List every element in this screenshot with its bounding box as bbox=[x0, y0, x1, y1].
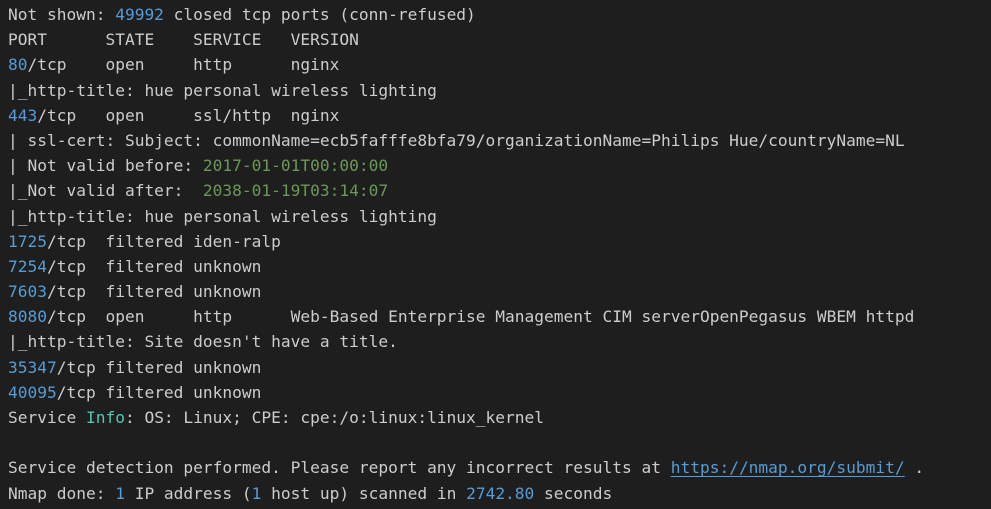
text-segment: PORT STATE SERVICE VERSION bbox=[8, 30, 359, 50]
text-segment: : OS: Linux; CPE: cpe:/o:linux:linux_ker… bbox=[124, 408, 545, 427]
terminal-line: |_Not valid after: 2038-01-19T03:14:07 bbox=[8, 178, 991, 203]
text-segment: closed tcp ports (conn-refused) bbox=[163, 5, 476, 24]
terminal-line: Nmap done: 1 IP address (1 host up) scan… bbox=[8, 481, 991, 506]
text-segment: | Not valid before: bbox=[8, 156, 203, 176]
submit-link[interactable]: https://nmap.org/submit/ bbox=[671, 458, 905, 477]
number-token: 35347 bbox=[8, 357, 57, 377]
text-segment: | ssl-cert: Subject: commonName=ecb5faff… bbox=[8, 130, 905, 150]
text-segment: |_Not valid after: bbox=[8, 181, 203, 201]
number-token: 40095 bbox=[8, 382, 57, 402]
terminal-line: 40095/tcp filtered unknown bbox=[8, 380, 991, 405]
text-segment: /tcp filtered unknown bbox=[46, 282, 262, 302]
number-token: 7254 bbox=[8, 256, 47, 276]
terminal-line: 7603/tcp filtered unknown bbox=[8, 279, 991, 304]
text-segment: . bbox=[904, 458, 925, 478]
date-token: 2038-01-19T03:14:07 bbox=[202, 181, 389, 201]
text-segment: /tcp open http Web-Based Enterprise Mana… bbox=[46, 307, 915, 327]
number-token: 2742.80 bbox=[466, 483, 535, 503]
keyword-token: Info bbox=[85, 408, 125, 427]
number-token: 443 bbox=[8, 105, 38, 125]
text-segment: /tcp filtered unknown bbox=[46, 256, 262, 276]
text-segment: /tcp open ssl/http nginx bbox=[37, 105, 340, 125]
text-segment: host up) scanned in bbox=[261, 483, 467, 503]
text-segment: /tcp filtered unknown bbox=[56, 382, 262, 402]
text-segment: /tcp filtered unknown bbox=[56, 357, 262, 377]
text-segment: Nmap done: bbox=[8, 483, 116, 503]
terminal-line: 443/tcp open ssl/http nginx bbox=[8, 103, 991, 128]
terminal-line: 35347/tcp filtered unknown bbox=[8, 355, 991, 380]
terminal-line: |_http-title: hue personal wireless ligh… bbox=[8, 78, 991, 103]
terminal-line: 80/tcp open http nginx bbox=[8, 52, 991, 77]
date-token: 2017-01-01T00:00:00 bbox=[202, 156, 389, 176]
number-token: 80 bbox=[8, 55, 28, 75]
number-token: 1 bbox=[115, 483, 125, 503]
number-token: 7603 bbox=[8, 282, 47, 302]
text-segment: Service bbox=[8, 408, 86, 427]
terminal-line: Not shown: 49992 closed tcp ports (conn-… bbox=[8, 2, 991, 27]
text-segment: /tcp filtered iden-ralp bbox=[46, 231, 281, 251]
text-segment: Not shown: bbox=[8, 5, 116, 24]
terminal-line: 1725/tcp filtered iden-ralp bbox=[8, 229, 991, 254]
text-segment: /tcp open http nginx bbox=[27, 55, 340, 75]
number-token: 8080 bbox=[8, 307, 47, 327]
terminal-line: PORT STATE SERVICE VERSION bbox=[8, 27, 991, 52]
terminal-line: | Not valid before: 2017-01-01T00:00:00 bbox=[8, 153, 991, 178]
terminal-line: |_http-title: hue personal wireless ligh… bbox=[8, 204, 991, 229]
text-segment: Service detection performed. Please repo… bbox=[8, 458, 671, 478]
terminal-line: Service detection performed. Please repo… bbox=[8, 455, 991, 480]
number-token: 1725 bbox=[8, 231, 47, 251]
text-segment: |_http-title: hue personal wireless ligh… bbox=[8, 80, 437, 100]
terminal-line: 7254/tcp filtered unknown bbox=[8, 254, 991, 279]
terminal-line: |_http-title: Site doesn't have a title. bbox=[8, 329, 991, 354]
terminal-line: Service Info: OS: Linux; CPE: cpe:/o:lin… bbox=[8, 405, 991, 430]
text-segment: |_http-title: hue personal wireless ligh… bbox=[8, 206, 437, 226]
terminal-output[interactable]: Not shown: 49992 closed tcp ports (conn-… bbox=[0, 0, 991, 509]
terminal-line: 8080/tcp open http Web-Based Enterprise … bbox=[8, 304, 991, 329]
number-token: 1 bbox=[251, 483, 262, 503]
text-segment: |_http-title: Site doesn't have a title. bbox=[8, 332, 398, 352]
number-token: 49992 bbox=[115, 5, 164, 24]
terminal-line: | ssl-cert: Subject: commonName=ecb5faff… bbox=[8, 128, 991, 153]
text-segment: seconds bbox=[534, 483, 613, 503]
text-segment: IP address ( bbox=[124, 483, 252, 503]
